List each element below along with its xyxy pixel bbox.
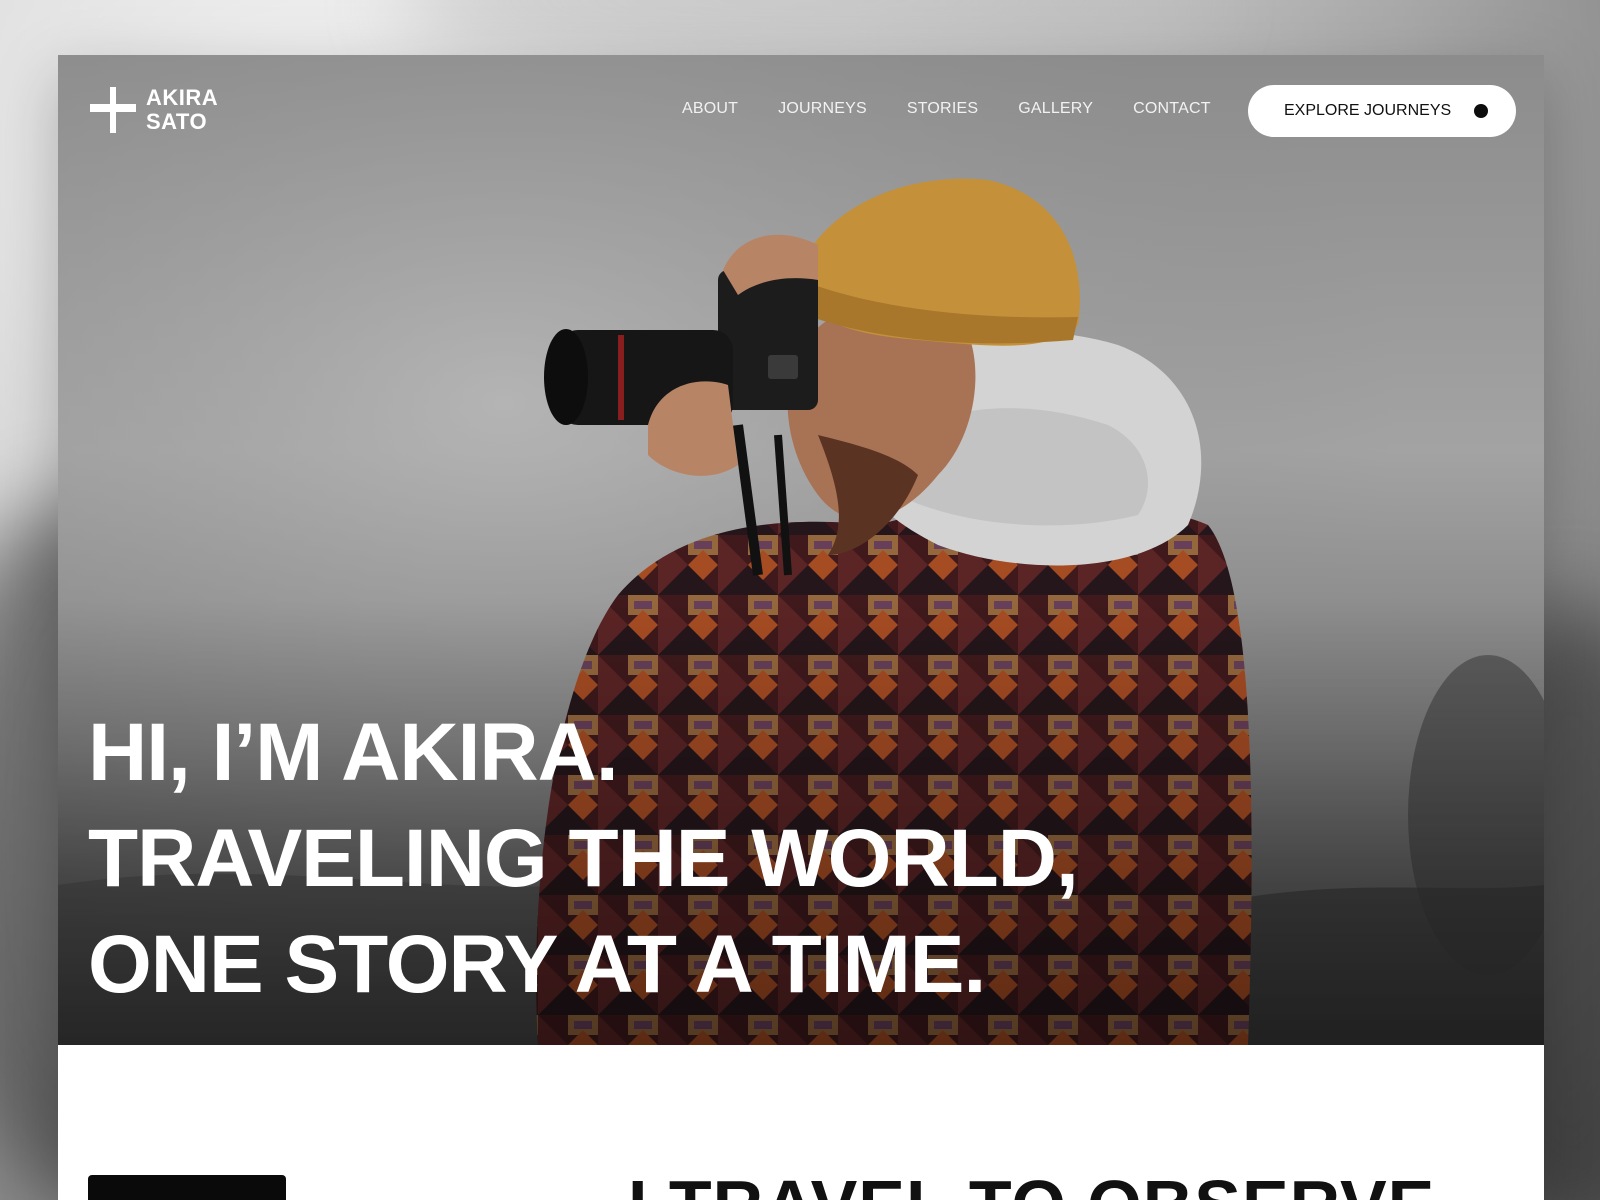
brand-name-line2: SATO (146, 109, 208, 134)
nav-journeys[interactable]: JOURNEYS (778, 100, 867, 118)
headline-line-2: TRAVELING THE WORLD, (88, 813, 1079, 904)
headline-line-3: ONE STORY AT A TIME. (88, 919, 986, 1010)
brand-name: AKIRA SATO (146, 86, 218, 134)
brand-logo[interactable]: AKIRA SATO (88, 85, 218, 135)
headline-line-1: HI, I’M AKIRA. (88, 707, 619, 798)
section-heading: I TRAVEL TO OBSERVE (628, 1165, 1435, 1200)
hero-section: AKIRA SATO ABOUT JOURNEYS STORIES GALLER… (58, 55, 1544, 1045)
nav-about[interactable]: ABOUT (682, 100, 738, 118)
section-label-block (88, 1175, 286, 1200)
site-header: AKIRA SATO ABOUT JOURNEYS STORIES GALLER… (58, 55, 1544, 165)
main-nav: ABOUT JOURNEYS STORIES GALLERY CONTACT (682, 100, 1211, 118)
intro-section: I TRAVEL TO OBSERVE (58, 1045, 1544, 1200)
nav-gallery[interactable]: GALLERY (1018, 100, 1093, 118)
hero-headline: HI, I’M AKIRA. TRAVELING THE WORLD, ONE … (88, 700, 1079, 1018)
nav-contact[interactable]: CONTACT (1133, 100, 1211, 118)
explore-journeys-button[interactable]: EXPLORE JOURNEYS (1248, 85, 1516, 137)
compass-cross-icon (90, 87, 136, 133)
website-frame: AKIRA SATO ABOUT JOURNEYS STORIES GALLER… (58, 55, 1544, 1200)
explore-journeys-label: EXPLORE JOURNEYS (1284, 102, 1452, 119)
brand-name-line1: AKIRA (146, 85, 219, 110)
nav-stories[interactable]: STORIES (907, 100, 978, 118)
dot-icon (1474, 104, 1488, 118)
